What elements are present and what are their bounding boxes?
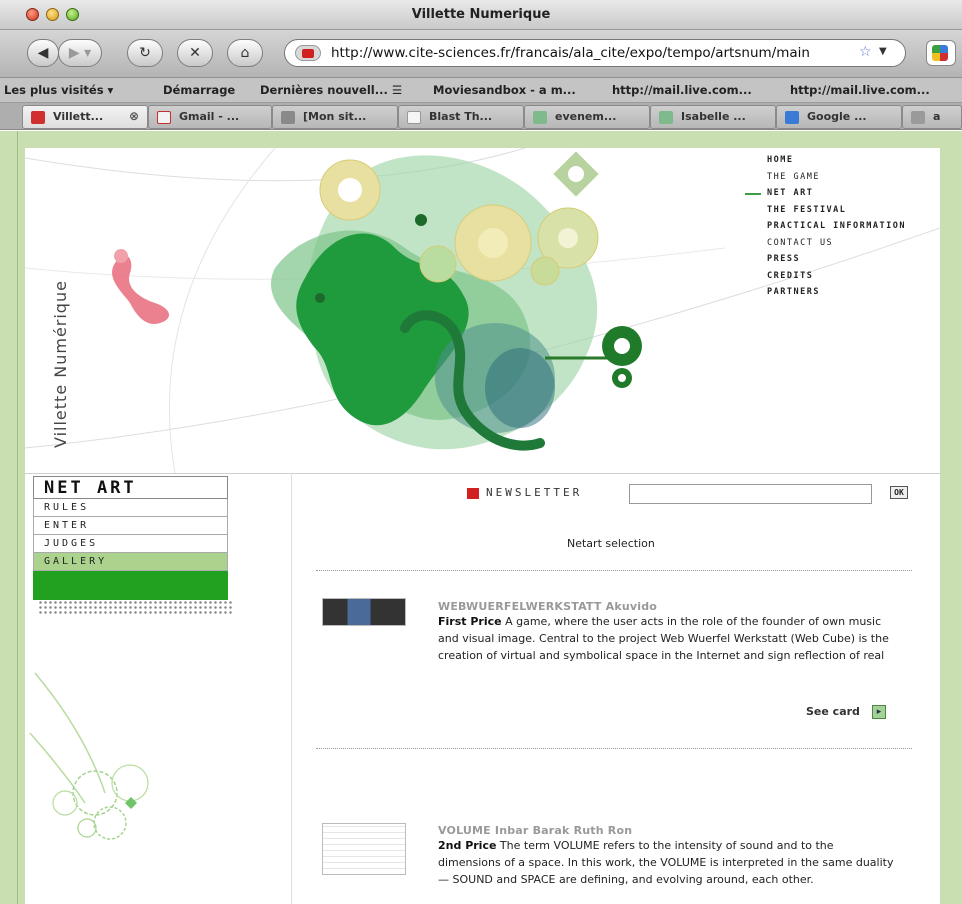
page-icon [911,111,925,124]
green-square-icon [659,111,673,124]
back-button[interactable]: ◀ [27,39,59,67]
bookmarks-bar: Les plus visités ▾ Démarrage Dernières n… [0,78,962,103]
site-vertical-title: Villette Numérique [51,280,70,448]
menu-item-the-game[interactable]: THE GAME [767,169,906,186]
newsletter-ok-button[interactable]: OK [890,486,908,499]
tab-label: a [933,110,941,123]
separator [316,748,912,749]
selection-title: Netart selection [567,537,655,550]
url-text: http://www.cite-sciences.fr/francais/ala… [331,45,810,61]
forward-button[interactable]: ▶ ▾ [58,39,102,67]
url-dropdown-icon[interactable]: ▼ [879,46,887,57]
menu-item-credits[interactable]: CREDITS [767,268,906,285]
entry-title[interactable]: VOLUME Inbar Barak Ruth Ron [438,824,632,837]
url-bar[interactable]: http://www.cite-sciences.fr/francais/ala… [284,39,906,67]
tab-label: evenem... [555,110,617,123]
subnav-item-enter[interactable]: ENTER [33,517,228,535]
search-engine-icon[interactable] [926,40,956,66]
image-icon [281,111,295,124]
tab-gmail[interactable]: Gmail - ... [148,105,272,129]
menu-item-contact-us[interactable]: CONTACT US [767,235,906,252]
newsletter-icon [467,488,479,499]
bookmark-item[interactable]: http://mail.live.com... [612,83,752,97]
dotted-divider [38,600,234,614]
bookmark-item[interactable]: Dernières nouvell... ☰ [260,83,402,97]
tab-favicon-icon [31,111,45,124]
tab-label: Villett... [53,110,104,123]
subnav-green-block [33,571,228,600]
tab-blast[interactable]: Blast Th... [398,105,524,129]
entry-prize: 2nd Price [438,839,497,852]
bookmark-item[interactable]: Démarrage [163,83,235,97]
subnav-item-gallery[interactable]: GALLERY [33,553,228,571]
entry-prize: First Price [438,615,502,628]
window-title: Villette Numerique [411,7,551,22]
page-icon [407,111,421,124]
menu-item-press[interactable]: PRESS [767,251,906,268]
separator [316,570,912,571]
tab-overflow[interactable]: a [902,105,962,129]
entry-text: The term VOLUME refers to the intensity … [438,839,894,886]
subnav-item-rules[interactable]: RULES [33,499,228,517]
gmail-icon [157,111,171,124]
right-margin [940,148,962,904]
card-arrow-icon[interactable]: ▸ [872,705,886,719]
menu-item-net-art[interactable]: NET ART [745,185,906,202]
green-square-icon [533,111,547,124]
newsletter-label: NEWSLETTER [486,486,583,499]
google-icon [785,111,799,124]
tab-label: Isabelle ... [681,110,746,123]
newsletter-email-input[interactable] [629,484,872,504]
window-titlebar: Villette Numerique [0,0,962,30]
tab-label: Blast Th... [429,110,493,123]
site-main-menu: HOME THE GAME NET ART THE FESTIVAL PRACT… [745,152,906,301]
tab-mon-site[interactable]: [Mon sit... [272,105,398,129]
bookmark-item[interactable]: http://mail.live.com... [790,83,930,97]
entry-description: First Price A game, where the user acts … [438,613,898,664]
tab-google[interactable]: Google ... [776,105,902,129]
menu-item-the-festival[interactable]: THE FESTIVAL [767,202,906,219]
see-card-link[interactable]: See card [806,705,860,718]
entry-title[interactable]: WEBWUERFELWERKSTATT Akuvido [438,600,657,613]
subnav-heading: NET ART [33,476,228,499]
home-button[interactable]: ⌂ [227,39,263,67]
bookmark-item[interactable]: Les plus visités ▾ [4,83,113,97]
menu-item-home[interactable]: HOME [767,152,906,169]
left-margin [0,131,18,904]
menu-item-partners[interactable]: PARTNERS [767,284,906,301]
tab-villette[interactable]: Villett... ⊗ [22,105,148,129]
tab-bar: Villett... ⊗ Gmail - ... [Mon sit... Blas… [0,103,962,130]
bookmark-star-icon[interactable]: ☆ [859,44,872,60]
pink-shape [112,255,170,324]
navigation-toolbar: ◀ ▶ ▾ ↻ ✕ ⌂ http://www.cite-sciences.fr/… [0,30,962,78]
tab-label: Gmail - ... [179,110,240,123]
tab-label: Google ... [807,110,867,123]
tab-close-icon[interactable]: ⊗ [129,109,139,123]
entry-thumbnail[interactable] [322,598,406,626]
site-favicon [295,45,321,61]
tab-evenem[interactable]: evenem... [524,105,650,129]
tab-label: [Mon sit... [303,110,367,123]
bookmark-item[interactable]: Moviesandbox - a m... [433,83,576,97]
entry-thumbnail[interactable] [322,823,406,875]
menu-item-practical-information[interactable]: PRACTICAL INFORMATION [767,218,906,235]
entry-text: A game, where the user acts in the role … [438,615,889,662]
reload-button[interactable]: ↻ [127,39,163,67]
tab-isabelle[interactable]: Isabelle ... [650,105,776,129]
subnav-item-judges[interactable]: JUDGES [33,535,228,553]
entry-description: 2nd Price The term VOLUME refers to the … [438,837,898,888]
stop-button[interactable]: ✕ [177,39,213,67]
